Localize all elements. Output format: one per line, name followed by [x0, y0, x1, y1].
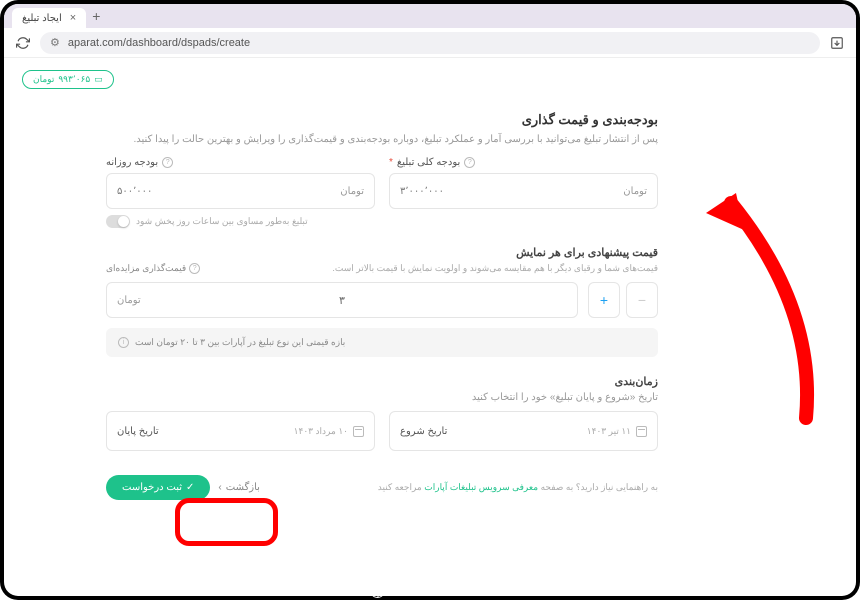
required-mark: * [389, 157, 393, 168]
address-bar: ⚙ aparat.com/dashboard/dspads/create [4, 28, 856, 58]
browser-tab[interactable]: ایجاد تبلیغ × [12, 8, 86, 28]
schedule-desc: تاریخ «شروع و پایان تبلیغ» خود را انتخاب… [106, 392, 658, 403]
start-date-input[interactable]: ۱۱ تیر ۱۴۰۳ تاریخ شروع [389, 411, 658, 451]
start-date-value: ۱۱ تیر ۱۴۰۳ [587, 426, 631, 437]
new-tab-button[interactable]: + [92, 8, 100, 24]
daily-budget-field[interactable] [117, 186, 340, 197]
even-distribution-toggle-row: تبلیغ به‌طور مساوی بین ساعات روز پخش شود [106, 215, 375, 228]
annotation-highlight [175, 498, 278, 546]
balance-amount: ۹۹۳٬۰۶۵ [58, 74, 90, 85]
help-link[interactable]: معرفی سرویس تبلیغات آپارات [424, 482, 538, 492]
tab-bar: ایجاد تبلیغ × + [4, 4, 856, 28]
tab-title: ایجاد تبلیغ [22, 13, 62, 24]
price-value: ۳ [339, 294, 345, 307]
end-date-value: ۱۰ مرداد ۱۴۰۳ [294, 426, 348, 437]
watermark: Followeran.com [370, 583, 490, 598]
price-desc: قیمت‌های شما و رقبای دیگر با هم مقایسه م… [332, 263, 658, 274]
price-value-box[interactable]: ۳ تومان [106, 282, 578, 318]
total-budget-field[interactable] [400, 186, 623, 197]
help-text: به راهنمایی نیاز دارید؟ به صفحه معرفی سر… [378, 482, 658, 493]
daily-budget-input[interactable]: تومان [106, 173, 375, 209]
site-settings-icon[interactable]: ⚙ [50, 36, 60, 49]
install-icon[interactable] [830, 36, 844, 50]
daily-budget-label: ? بودجه روزانه [106, 157, 375, 168]
price-increment-button[interactable]: + [588, 282, 620, 318]
total-budget-input[interactable]: تومان [389, 173, 658, 209]
chevron-left-icon: › [218, 482, 221, 493]
balance-chip[interactable]: ▭ ۹۹۳٬۰۶۵ تومان [22, 70, 114, 89]
budget-section: بودجه‌بندی و قیمت گذاری پس از انتشار تبل… [22, 112, 838, 451]
back-button[interactable]: بازگشت › [218, 482, 260, 493]
footer: به راهنمایی نیاز دارید؟ به صفحه معرفی سر… [22, 475, 838, 500]
start-date-label: تاریخ شروع [400, 426, 447, 437]
end-date-label: تاریخ پایان [117, 426, 159, 437]
price-range-banner: بازه قیمتی این نوع تبلیغ در آپارات بین ۳… [106, 328, 658, 357]
balance-unit: تومان [33, 74, 54, 85]
budget-title: بودجه‌بندی و قیمت گذاری [106, 112, 658, 128]
info-icon[interactable]: ? [464, 157, 475, 168]
budget-desc: پس از انتشار تبلیغ می‌توانید با بررسی آم… [106, 134, 658, 145]
auction-pricing-link[interactable]: ? قیمت‌گذاری مزایده‌ای [106, 263, 200, 274]
reload-icon[interactable] [16, 36, 30, 50]
wallet-icon: ▭ [94, 74, 103, 85]
info-icon: ? [189, 263, 200, 274]
info-icon[interactable]: ? [162, 157, 173, 168]
end-date-input[interactable]: ۱۰ مرداد ۱۴۰۳ تاریخ پایان [106, 411, 375, 451]
total-budget-label: ? بودجه کلی تبلیغ * [389, 157, 658, 168]
schedule-title: زمان‌بندی [106, 375, 658, 388]
globe-icon [370, 583, 385, 598]
check-icon: ✓ [186, 482, 194, 493]
info-icon: i [118, 337, 129, 348]
url-text: aparat.com/dashboard/dspads/create [68, 37, 250, 49]
calendar-icon [636, 426, 647, 437]
price-title: قیمت پیشنهادی برای هر نمایش [106, 246, 658, 259]
price-decrement-button[interactable]: − [626, 282, 658, 318]
submit-button[interactable]: ✓ ثبت درخواست [106, 475, 210, 500]
url-field[interactable]: ⚙ aparat.com/dashboard/dspads/create [40, 32, 820, 54]
calendar-icon [353, 426, 364, 437]
even-distribution-toggle[interactable] [106, 215, 130, 228]
close-icon[interactable]: × [70, 12, 76, 24]
